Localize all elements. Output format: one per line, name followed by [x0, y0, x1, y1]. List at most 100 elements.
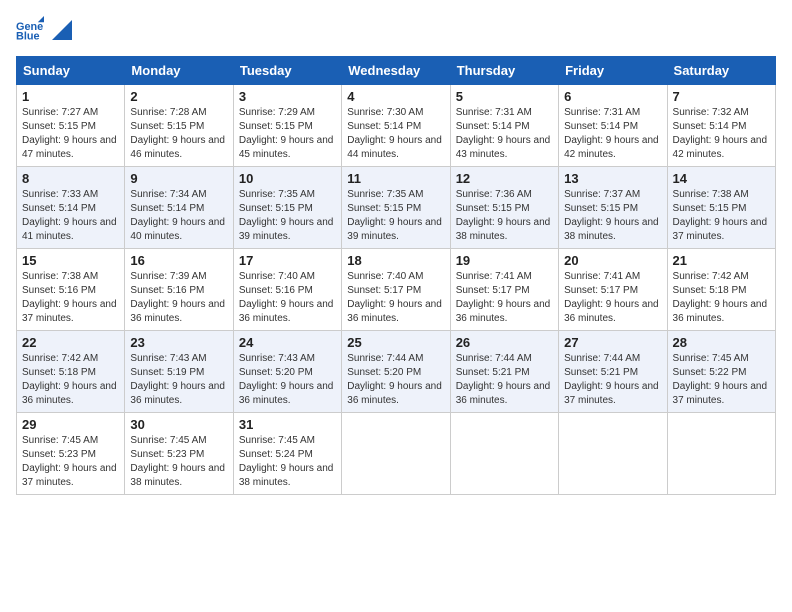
- calendar-cell: 14 Sunrise: 7:38 AMSunset: 5:15 PMDayligh…: [667, 167, 775, 249]
- day-number: 16: [130, 253, 227, 268]
- calendar-cell: 19Sunrise: 7:41 AMSunset: 5:17 PMDayligh…: [450, 249, 558, 331]
- calendar-cell: 23 Sunrise: 7:43 AMSunset: 5:19 PMDayligh…: [125, 331, 233, 413]
- calendar-cell: 13 Sunrise: 7:37 AMSunset: 5:15 PMDayligh…: [559, 167, 667, 249]
- week-row-4: 22 Sunrise: 7:42 AMSunset: 5:18 PMDayligh…: [17, 331, 776, 413]
- day-number: 27: [564, 335, 661, 350]
- day-number: 3: [239, 89, 336, 104]
- day-number: 11: [347, 171, 444, 186]
- day-number: 12: [456, 171, 553, 186]
- calendar-cell: 9 Sunrise: 7:34 AMSunset: 5:14 PMDaylight…: [125, 167, 233, 249]
- day-number: 26: [456, 335, 553, 350]
- day-info: Sunrise: 7:44 AMSunset: 5:21 PMDaylight:…: [456, 352, 553, 408]
- day-number: 24: [239, 335, 336, 350]
- day-info: Sunrise: 7:34 AMSunset: 5:14 PMDaylight:…: [130, 188, 227, 244]
- day-info: Sunrise: 7:40 AMSunset: 5:16 PMDaylight:…: [239, 270, 336, 326]
- day-number: 6: [564, 89, 661, 104]
- calendar-cell: 20 Sunrise: 7:41 AMSunset: 5:17 PMDayligh…: [559, 249, 667, 331]
- day-number: 18: [347, 253, 444, 268]
- calendar-cell: 30Sunrise: 7:45 AMSunset: 5:23 PMDayligh…: [125, 413, 233, 495]
- calendar-cell: 2Sunrise: 7:28 AMSunset: 5:15 PMDaylight…: [125, 85, 233, 167]
- day-info: Sunrise: 7:43 AMSunset: 5:19 PMDaylight:…: [130, 352, 227, 408]
- day-info: Sunrise: 7:38 AMSunset: 5:15 PMDaylight:…: [673, 188, 770, 244]
- day-number: 23: [130, 335, 227, 350]
- col-header-wednesday: Wednesday: [342, 57, 450, 85]
- day-info: Sunrise: 7:45 AMSunset: 5:23 PMDaylight:…: [22, 434, 119, 490]
- logo-triangle-icon: [52, 20, 72, 40]
- col-header-sunday: Sunday: [17, 57, 125, 85]
- calendar-cell: 15Sunrise: 7:38 AMSunset: 5:16 PMDayligh…: [17, 249, 125, 331]
- calendar-body: 1Sunrise: 7:27 AMSunset: 5:15 PMDaylight…: [17, 85, 776, 495]
- day-info: Sunrise: 7:35 AMSunset: 5:15 PMDaylight:…: [239, 188, 336, 244]
- calendar-cell: 8 Sunrise: 7:33 AMSunset: 5:14 PMDaylight…: [17, 167, 125, 249]
- day-info: Sunrise: 7:42 AMSunset: 5:18 PMDaylight:…: [673, 270, 770, 326]
- day-info: Sunrise: 7:37 AMSunset: 5:15 PMDaylight:…: [564, 188, 661, 244]
- calendar-cell: 31 Sunrise: 7:45 AMSunset: 5:24 PMDayligh…: [233, 413, 341, 495]
- svg-text:Blue: Blue: [16, 30, 40, 42]
- day-info: Sunrise: 7:41 AMSunset: 5:17 PMDaylight:…: [456, 270, 553, 326]
- day-info: Sunrise: 7:45 AMSunset: 5:23 PMDaylight:…: [130, 434, 227, 490]
- calendar-cell: 28Sunrise: 7:45 AMSunset: 5:22 PMDayligh…: [667, 331, 775, 413]
- day-info: Sunrise: 7:44 AMSunset: 5:20 PMDaylight:…: [347, 352, 444, 408]
- day-info: Sunrise: 7:42 AMSunset: 5:18 PMDaylight:…: [22, 352, 119, 408]
- calendar-cell: 1Sunrise: 7:27 AMSunset: 5:15 PMDaylight…: [17, 85, 125, 167]
- calendar-cell: [450, 413, 558, 495]
- calendar-cell: 18 Sunrise: 7:40 AMSunset: 5:17 PMDayligh…: [342, 249, 450, 331]
- week-row-3: 15Sunrise: 7:38 AMSunset: 5:16 PMDayligh…: [17, 249, 776, 331]
- day-info: Sunrise: 7:29 AMSunset: 5:15 PMDaylight:…: [239, 106, 336, 162]
- day-number: 31: [239, 417, 336, 432]
- calendar-cell: [342, 413, 450, 495]
- day-info: Sunrise: 7:32 AMSunset: 5:14 PMDaylight:…: [673, 106, 770, 162]
- week-row-2: 8 Sunrise: 7:33 AMSunset: 5:14 PMDaylight…: [17, 167, 776, 249]
- day-info: Sunrise: 7:31 AMSunset: 5:14 PMDaylight:…: [564, 106, 661, 162]
- calendar-cell: 16 Sunrise: 7:39 AMSunset: 5:16 PMDayligh…: [125, 249, 233, 331]
- calendar-cell: 5 Sunrise: 7:31 AMSunset: 5:14 PMDaylight…: [450, 85, 558, 167]
- day-info: Sunrise: 7:35 AMSunset: 5:15 PMDaylight:…: [347, 188, 444, 244]
- day-number: 15: [22, 253, 119, 268]
- day-info: Sunrise: 7:39 AMSunset: 5:16 PMDaylight:…: [130, 270, 227, 326]
- day-number: 28: [673, 335, 770, 350]
- day-number: 21: [673, 253, 770, 268]
- day-number: 5: [456, 89, 553, 104]
- calendar-cell: 4 Sunrise: 7:30 AMSunset: 5:14 PMDaylight…: [342, 85, 450, 167]
- day-number: 13: [564, 171, 661, 186]
- day-number: 8: [22, 171, 119, 186]
- week-row-1: 1Sunrise: 7:27 AMSunset: 5:15 PMDaylight…: [17, 85, 776, 167]
- calendar-header-row: SundayMondayTuesdayWednesdayThursdayFrid…: [17, 57, 776, 85]
- day-info: Sunrise: 7:31 AMSunset: 5:14 PMDaylight:…: [456, 106, 553, 162]
- day-number: 14: [673, 171, 770, 186]
- day-info: Sunrise: 7:30 AMSunset: 5:14 PMDaylight:…: [347, 106, 444, 162]
- week-row-5: 29Sunrise: 7:45 AMSunset: 5:23 PMDayligh…: [17, 413, 776, 495]
- logo-icon: General Blue: [16, 16, 44, 44]
- day-number: 20: [564, 253, 661, 268]
- calendar-cell: 21 Sunrise: 7:42 AMSunset: 5:18 PMDayligh…: [667, 249, 775, 331]
- calendar-cell: 24 Sunrise: 7:43 AMSunset: 5:20 PMDayligh…: [233, 331, 341, 413]
- calendar-cell: 7 Sunrise: 7:32 AMSunset: 5:14 PMDaylight…: [667, 85, 775, 167]
- day-info: Sunrise: 7:28 AMSunset: 5:15 PMDaylight:…: [130, 106, 227, 162]
- day-info: Sunrise: 7:33 AMSunset: 5:14 PMDaylight:…: [22, 188, 119, 244]
- calendar-cell: [559, 413, 667, 495]
- day-number: 17: [239, 253, 336, 268]
- day-number: 7: [673, 89, 770, 104]
- day-number: 4: [347, 89, 444, 104]
- calendar-cell: 26 Sunrise: 7:44 AMSunset: 5:21 PMDayligh…: [450, 331, 558, 413]
- day-number: 25: [347, 335, 444, 350]
- day-number: 9: [130, 171, 227, 186]
- day-info: Sunrise: 7:40 AMSunset: 5:17 PMDaylight:…: [347, 270, 444, 326]
- day-info: Sunrise: 7:41 AMSunset: 5:17 PMDaylight:…: [564, 270, 661, 326]
- col-header-saturday: Saturday: [667, 57, 775, 85]
- calendar-cell: [667, 413, 775, 495]
- col-header-tuesday: Tuesday: [233, 57, 341, 85]
- day-number: 1: [22, 89, 119, 104]
- day-info: Sunrise: 7:43 AMSunset: 5:20 PMDaylight:…: [239, 352, 336, 408]
- logo: General Blue: [16, 16, 72, 44]
- calendar-cell: 17 Sunrise: 7:40 AMSunset: 5:16 PMDayligh…: [233, 249, 341, 331]
- day-info: Sunrise: 7:45 AMSunset: 5:24 PMDaylight:…: [239, 434, 336, 490]
- day-number: 10: [239, 171, 336, 186]
- calendar-cell: 11 Sunrise: 7:35 AMSunset: 5:15 PMDayligh…: [342, 167, 450, 249]
- calendar-cell: 27Sunrise: 7:44 AMSunset: 5:21 PMDayligh…: [559, 331, 667, 413]
- day-info: Sunrise: 7:36 AMSunset: 5:15 PMDaylight:…: [456, 188, 553, 244]
- col-header-thursday: Thursday: [450, 57, 558, 85]
- calendar-table: SundayMondayTuesdayWednesdayThursdayFrid…: [16, 56, 776, 495]
- calendar-cell: 12 Sunrise: 7:36 AMSunset: 5:15 PMDayligh…: [450, 167, 558, 249]
- day-number: 22: [22, 335, 119, 350]
